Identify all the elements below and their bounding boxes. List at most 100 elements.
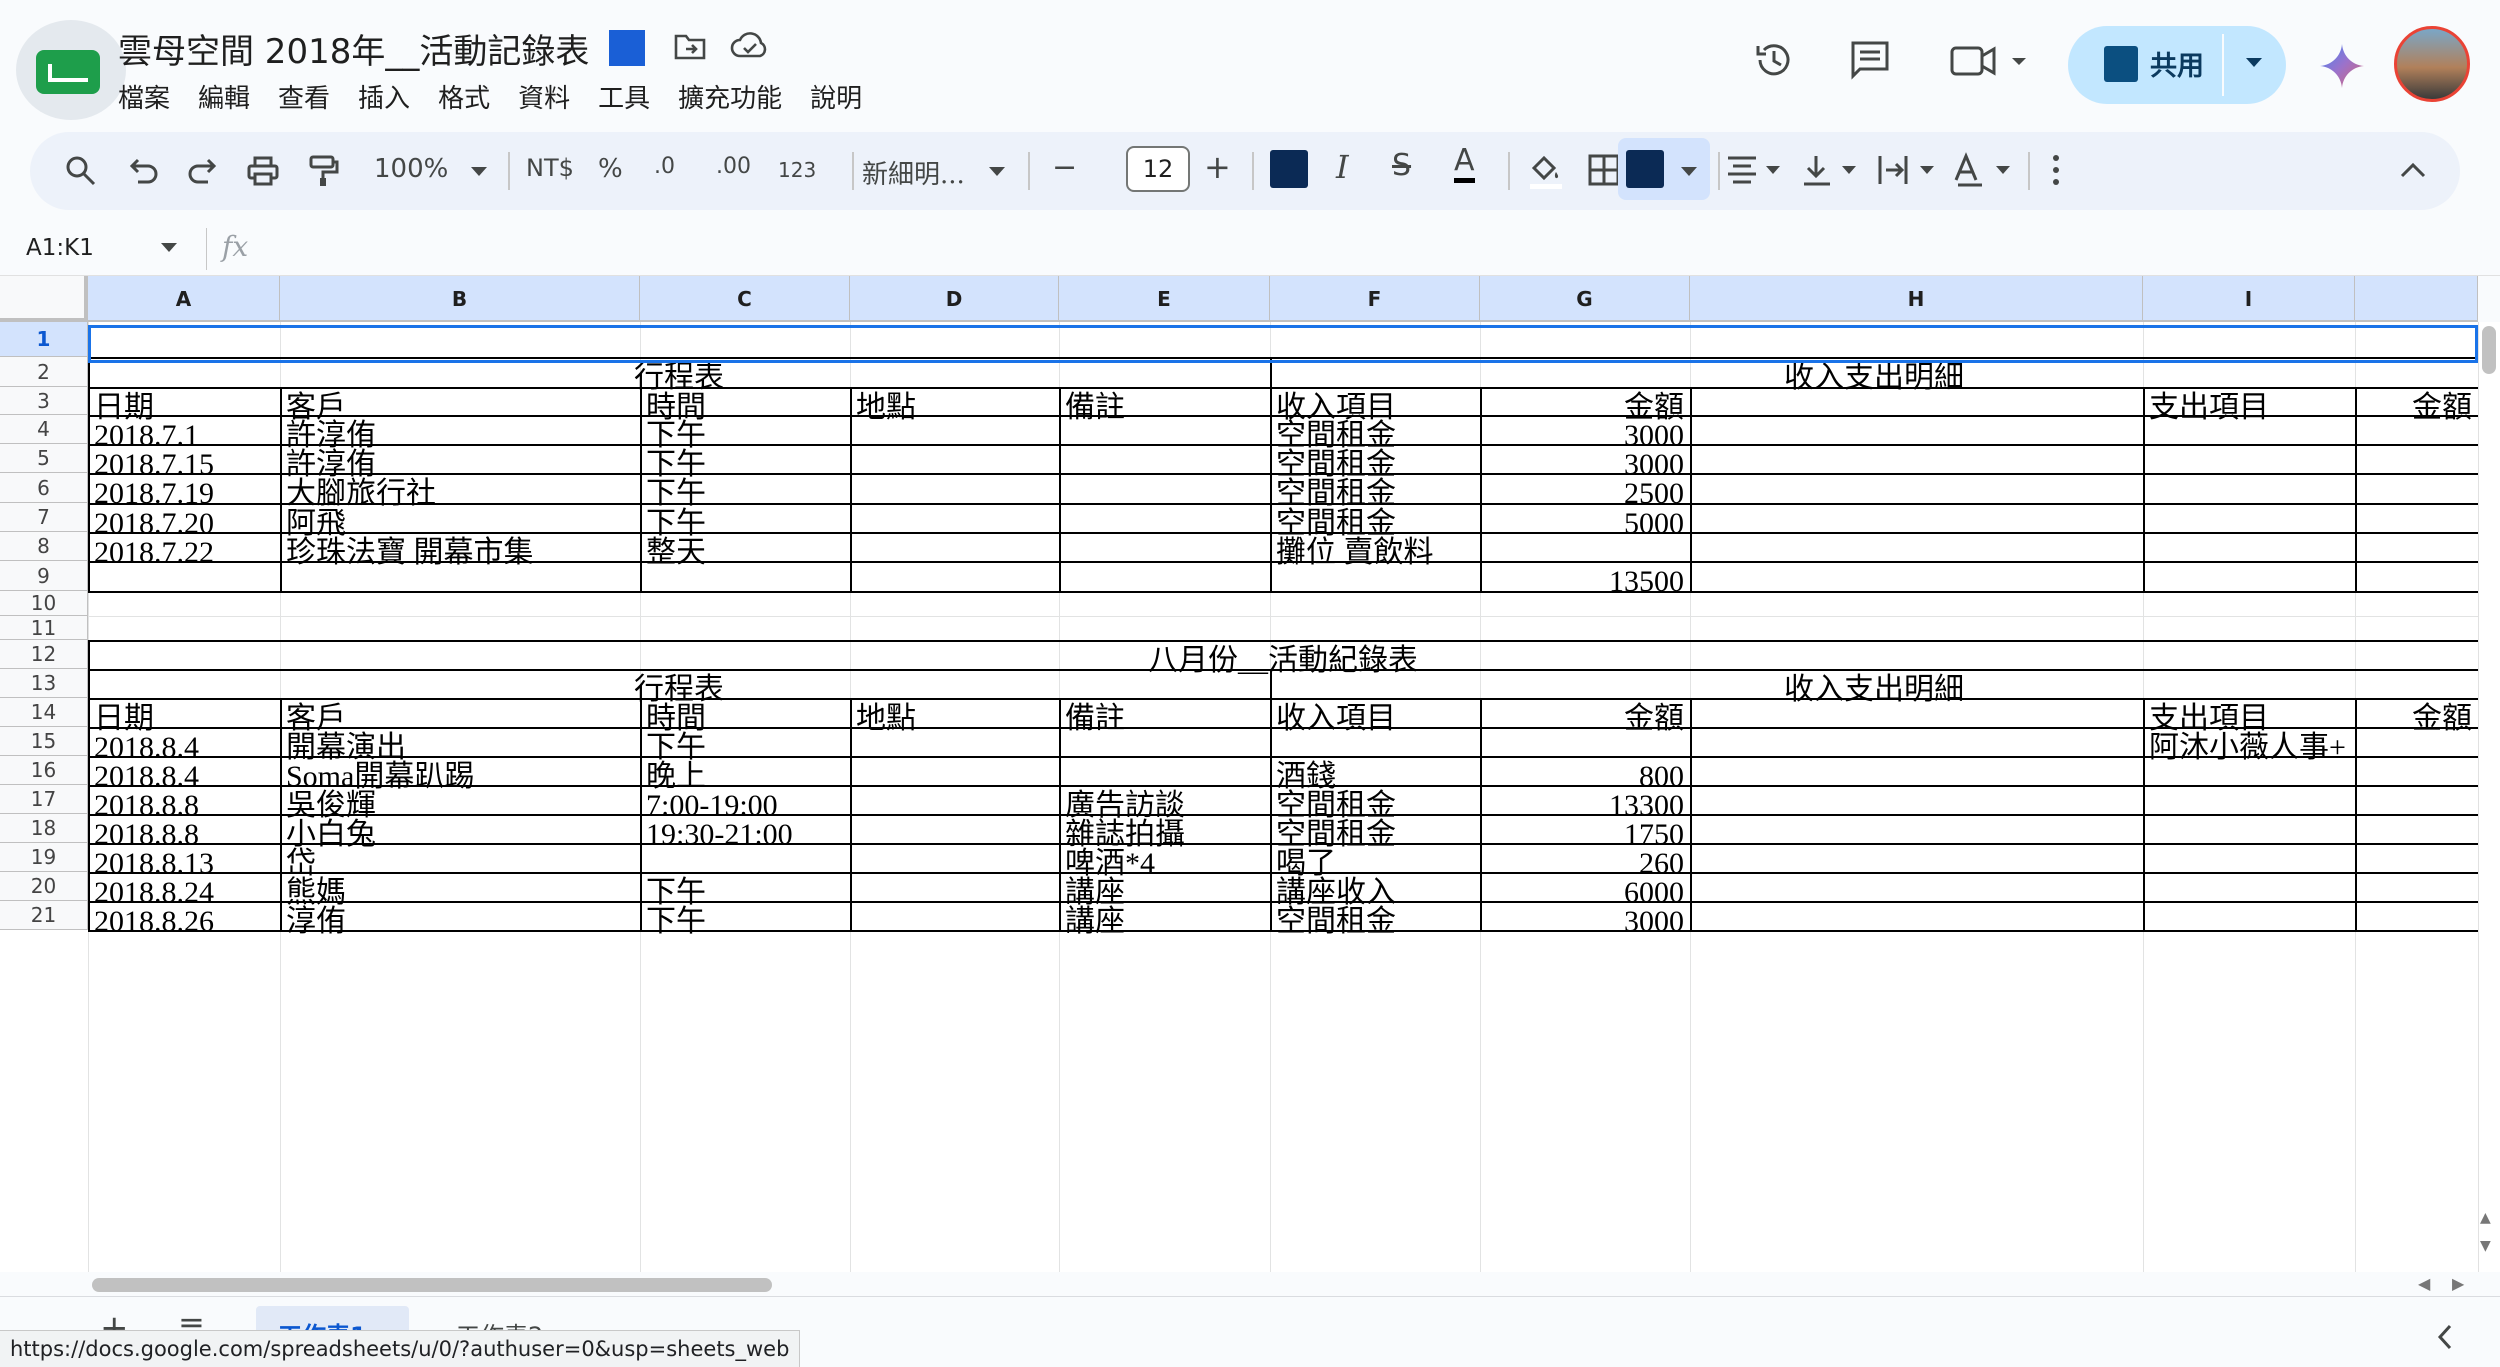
decrease-decimal-button[interactable]: .0 (654, 154, 675, 179)
cell-r21-col1[interactable]: 淳侑 (280, 897, 640, 943)
row-header-19[interactable]: 19 (0, 843, 88, 872)
account-avatar[interactable] (2394, 26, 2470, 102)
document-title[interactable]: 雲母空間 2018年__活動記錄表 (118, 24, 589, 73)
comments-icon[interactable] (1848, 38, 1892, 82)
name-box-dropdown-icon[interactable] (160, 242, 178, 254)
share-button[interactable]: 共用 (2068, 26, 2286, 104)
row-header-1[interactable]: 1 (0, 322, 88, 357)
horizontal-align-icon[interactable] (1726, 152, 1786, 188)
cell-r9-col0[interactable] (88, 557, 280, 603)
menu-extensions[interactable]: 擴充功能 (678, 78, 782, 114)
column-header-h[interactable]: H (1690, 276, 2143, 322)
cell-r21-col7[interactable] (1690, 897, 2143, 943)
meet-camera-icon[interactable] (1950, 38, 2028, 82)
vertical-align-icon[interactable] (1802, 152, 1862, 188)
vertical-scrollbar[interactable] (2478, 322, 2500, 1272)
sheets-logo-icon[interactable] (16, 20, 126, 120)
move-folder-icon[interactable] (672, 28, 708, 64)
row-header-8[interactable]: 8 (0, 532, 88, 561)
cell-r9-col5[interactable] (1270, 557, 1480, 603)
column-header-i[interactable]: I (2143, 276, 2355, 322)
row-header-7[interactable]: 7 (0, 503, 88, 532)
cell-r21-col8[interactable] (2143, 897, 2355, 943)
column-header-b[interactable]: B (280, 276, 640, 322)
select-all-corner[interactable] (0, 276, 88, 322)
column-header-d[interactable]: D (850, 276, 1059, 322)
cell-r9-col1[interactable] (280, 557, 640, 603)
menu-help[interactable]: 說明 (810, 78, 862, 114)
column-header-j[interactable] (2355, 276, 2478, 322)
font-family-select[interactable]: 新細明... (862, 154, 965, 191)
cell-r21-col6[interactable]: 3000 (1480, 897, 1690, 943)
row-header-13[interactable]: 13 (0, 669, 88, 698)
zoom-dropdown-icon[interactable] (470, 166, 488, 178)
decrease-font-size-button[interactable]: − (1052, 150, 1077, 185)
column-header-e[interactable]: E (1059, 276, 1270, 322)
cell-r21-col3[interactable] (850, 897, 1059, 943)
cell-r9-col9[interactable] (2355, 557, 2478, 603)
horizontal-scroll-thumb[interactable] (92, 1278, 772, 1292)
menu-insert[interactable]: 插入 (358, 78, 410, 114)
column-header-g[interactable]: G (1480, 276, 1690, 322)
increase-decimal-button[interactable]: .00 (716, 154, 751, 179)
vertical-scroll-thumb[interactable] (2482, 326, 2496, 374)
formula-input[interactable] (270, 226, 2470, 270)
row-header-2[interactable]: 2 (0, 357, 88, 387)
increase-font-size-button[interactable]: + (1204, 148, 1231, 186)
cell-r21-col2[interactable]: 下午 (640, 897, 850, 943)
color-label-icon[interactable] (608, 28, 648, 68)
cell-r21-col0[interactable]: 2018.8.26 (88, 897, 280, 943)
menu-format[interactable]: 格式 (438, 78, 490, 114)
cloud-saved-icon[interactable] (730, 28, 770, 64)
menu-view[interactable]: 查看 (278, 78, 330, 114)
cell-r21-col4[interactable]: 講座 (1059, 897, 1270, 943)
text-rotation-icon[interactable] (1952, 152, 2016, 188)
row-header-10[interactable]: 10 (0, 591, 88, 616)
row-header-16[interactable]: 16 (0, 756, 88, 785)
cell-r9-col6[interactable]: 13500 (1480, 557, 1690, 603)
row-header-12[interactable]: 12 (0, 640, 88, 669)
row-header-4[interactable]: 4 (0, 415, 88, 444)
borders-icon[interactable] (1586, 152, 1622, 188)
cell-r9-col4[interactable] (1059, 557, 1270, 603)
row-header-5[interactable]: 5 (0, 444, 88, 473)
row-header-14[interactable]: 14 (0, 698, 88, 727)
cell-r9-col2[interactable] (640, 557, 850, 603)
strikethrough-button[interactable]: S (1392, 148, 1411, 183)
italic-button[interactable]: I (1336, 148, 1349, 186)
font-size-input[interactable]: 12 (1126, 146, 1190, 192)
row-header-9[interactable]: 9 (0, 561, 88, 591)
gemini-sparkle-icon[interactable] (2318, 42, 2366, 90)
bold-button[interactable] (1270, 150, 1308, 188)
paint-format-icon[interactable] (306, 154, 340, 188)
fill-color-icon[interactable] (1526, 150, 1566, 190)
cell-r9-col7[interactable] (1690, 557, 2143, 603)
row-header-18[interactable]: 18 (0, 814, 88, 843)
percent-format-button[interactable]: % (598, 154, 623, 184)
menu-file[interactable]: 檔案 (118, 78, 170, 114)
cell-r9-col8[interactable] (2143, 557, 2355, 603)
more-options-icon[interactable] (2046, 152, 2066, 188)
scroll-down-arrow-icon[interactable]: ▼ (2480, 1238, 2491, 1254)
scroll-right-arrow-icon[interactable]: ▶ (2452, 1274, 2464, 1293)
font-dropdown-icon[interactable] (988, 166, 1006, 178)
row-header-6[interactable]: 6 (0, 473, 88, 503)
share-dropdown-icon[interactable] (2246, 58, 2262, 67)
row-header-17[interactable]: 17 (0, 785, 88, 814)
currency-format-button[interactable]: NT$ (526, 154, 574, 182)
row-header-11[interactable]: 11 (0, 616, 88, 640)
name-box[interactable]: A1:K1 (26, 235, 94, 261)
menu-data[interactable]: 資料 (518, 78, 570, 114)
explore-chevron-icon[interactable] (2434, 1322, 2456, 1352)
more-formats-button[interactable]: 123 (778, 158, 816, 182)
version-history-icon[interactable] (1752, 38, 1796, 82)
merge-dropdown-icon[interactable] (1680, 166, 1698, 178)
scroll-up-arrow-icon[interactable]: ▲ (2480, 1210, 2491, 1226)
row-header-15[interactable]: 15 (0, 727, 88, 756)
undo-icon[interactable] (126, 154, 160, 188)
text-wrapping-icon[interactable] (1876, 152, 1940, 188)
scroll-left-arrow-icon[interactable]: ◀ (2418, 1274, 2430, 1293)
row-header-3[interactable]: 3 (0, 387, 88, 415)
spreadsheet-grid[interactable]: A B C D E F G H I 1 2 3 4 5 6 7 8 9 10 11 12 13 14 15 16 17 18 19 20… (0, 276, 2478, 1272)
row-header-20[interactable]: 20 (0, 872, 88, 901)
